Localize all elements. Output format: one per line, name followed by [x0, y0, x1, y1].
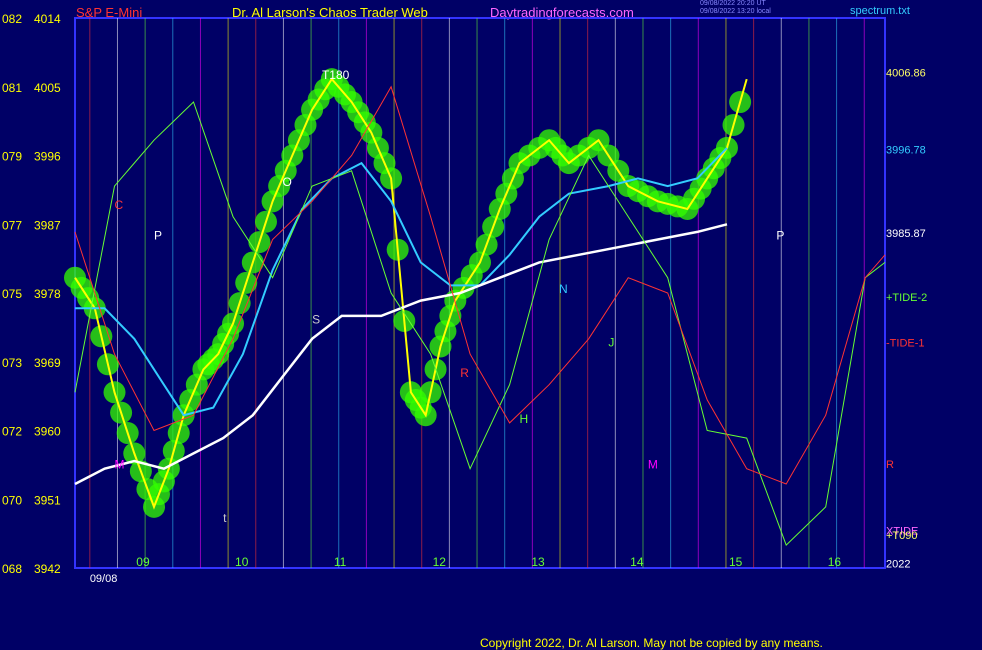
annotation-label: M — [115, 458, 125, 472]
x-hour-label: 09 — [136, 555, 150, 569]
annotation-label: P — [154, 229, 162, 243]
y-tick-left: 068 — [2, 562, 22, 576]
y-tick-left: 072 — [2, 425, 22, 439]
copyright-notice: Copyright 2022, Dr. Al Larson. May not b… — [480, 636, 823, 650]
annotation-label: J — [608, 335, 614, 349]
y-tick-right: 3960 — [34, 425, 61, 439]
annotation-label: P — [776, 229, 784, 243]
price-chart: 082 4014 081 4005 079 3996 077 3987 075 3978 073 39… — [2, 12, 927, 585]
y-tick-right: 4014 — [34, 12, 61, 26]
y-tick-right: 3942 — [34, 562, 61, 576]
annotation-label: N — [559, 282, 568, 296]
volatility-bubbles — [64, 68, 752, 518]
x-hour-label: 11 — [334, 555, 347, 569]
y-tick-left: 070 — [2, 493, 22, 507]
y-tick-right: 3996 — [34, 150, 61, 164]
annotation-label: C — [115, 198, 124, 212]
y-tick-left: 082 — [2, 12, 22, 26]
y-tick-left: 079 — [2, 150, 22, 164]
x-hour-label: 14 — [630, 555, 644, 569]
y-tick-left: 075 — [2, 287, 22, 301]
y-tick-left: 077 — [2, 218, 22, 232]
x-date-label: 09/08 — [90, 573, 118, 585]
right-label: 3996.78 — [886, 145, 926, 157]
x-hour-label: 16 — [828, 555, 842, 569]
right-label: 4006.86 — [886, 68, 926, 80]
annotation-label: O — [282, 175, 291, 189]
y-tick-right: 3978 — [34, 287, 61, 301]
right-label: 3985.87 — [886, 228, 926, 240]
data-series — [74, 77, 886, 546]
x-hour-label: 13 — [531, 555, 545, 569]
x-hour-label: 15 — [729, 555, 743, 569]
y-tick-right: 3951 — [34, 493, 61, 507]
series-price — [74, 77, 748, 510]
y-tick-right: 3987 — [34, 218, 61, 232]
x-hour-label: 10 — [235, 555, 249, 569]
right-label: -TIDE-1 — [886, 338, 925, 350]
annotation-label: M — [648, 458, 658, 472]
right-label: R — [886, 459, 894, 471]
series--tide-2 — [74, 101, 886, 546]
y-tick-left: 081 — [2, 81, 22, 95]
plot-frame — [74, 17, 886, 569]
y-tick-left: 073 — [2, 356, 22, 370]
y-axis-ticks: 082 4014 081 4005 079 3996 077 3987 075 3978 073 39… — [2, 12, 61, 576]
annotation-label: R — [460, 366, 469, 380]
y-tick-right: 4005 — [34, 81, 61, 95]
annotation-label: H — [520, 412, 529, 426]
annotation-label: S — [312, 313, 320, 327]
y-tick-right: 3969 — [34, 356, 61, 370]
right-label: +TIDE-2 — [886, 292, 927, 304]
right-label: +T090 — [886, 530, 918, 542]
right-label: 2022 — [886, 558, 910, 570]
x-hour-label: 12 — [433, 555, 447, 569]
right-edge-labels: 4006.863996.783985.87+TIDE-2-TIDE-1RXTID… — [886, 68, 927, 571]
x-axis-labels: 09 10 11 12 13 14 15 16 09/08 — [90, 555, 842, 585]
annotation-label: T180 — [322, 68, 350, 82]
annotation-label: t — [223, 511, 227, 525]
